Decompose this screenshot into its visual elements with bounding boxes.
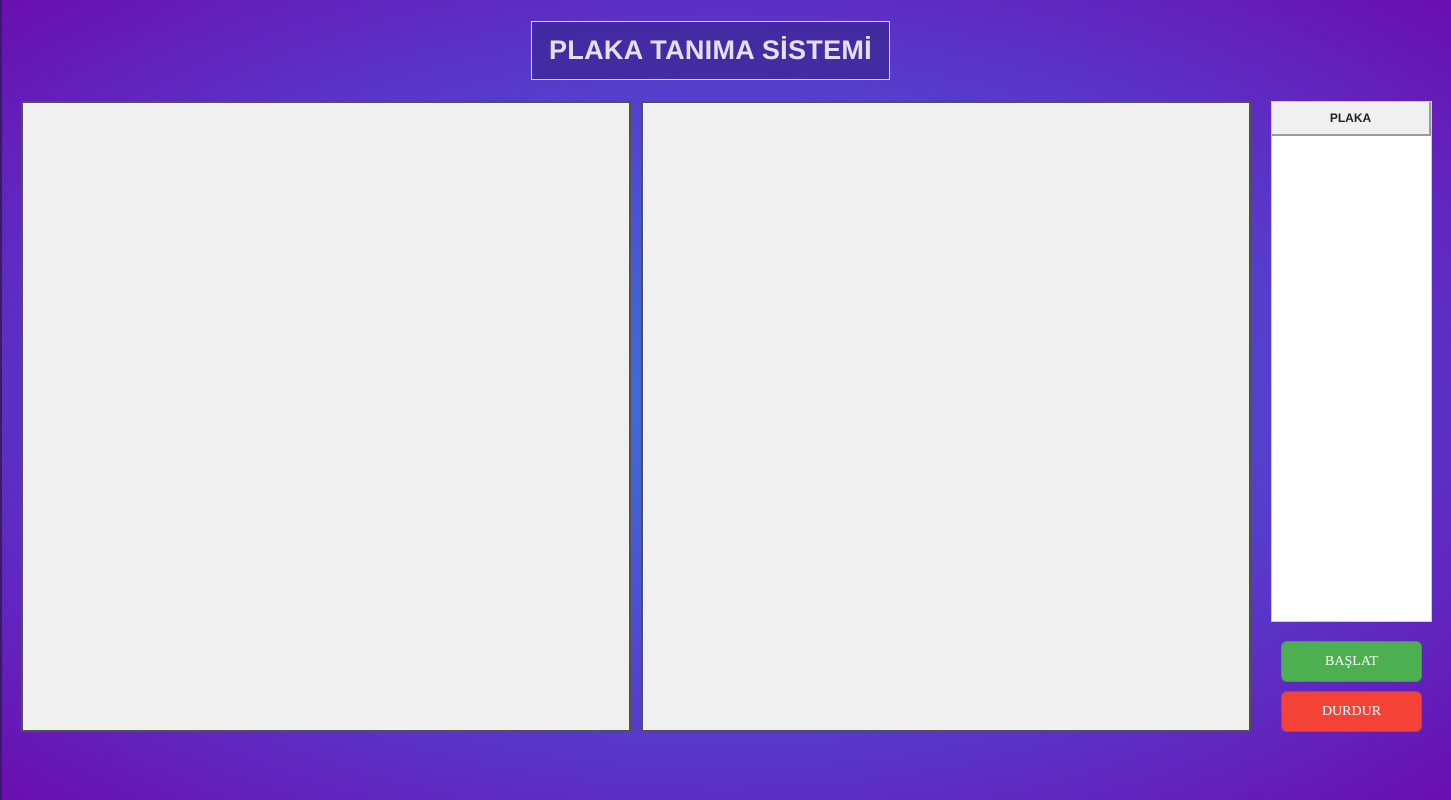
window-left-edge [0, 0, 2, 800]
app-title-box: PLAKA TANIMA SİSTEMİ [531, 21, 890, 80]
start-button[interactable]: BAŞLAT [1281, 641, 1422, 682]
stop-button[interactable]: DURDUR [1281, 691, 1422, 732]
processed-view-panel [641, 101, 1251, 732]
stop-button-label: DURDUR [1321, 703, 1382, 719]
plate-column-header-label: PLAKA [1329, 111, 1372, 125]
start-button-label: BAŞLAT [1325, 653, 1378, 669]
plate-column-header[interactable]: PLAKA [1272, 102, 1431, 136]
app-title: PLAKA TANIMA SİSTEMİ [549, 35, 872, 65]
plate-table[interactable]: PLAKA [1271, 101, 1432, 622]
camera-view-panel [21, 101, 631, 732]
